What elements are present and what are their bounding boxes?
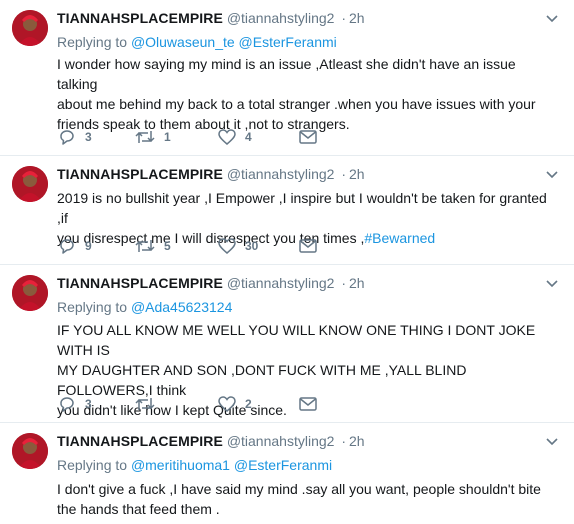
display-name[interactable]: TIANNAHSPLACEMPIRE — [57, 275, 223, 291]
retweet-icon — [135, 240, 155, 252]
timestamp[interactable]: 2h — [349, 275, 365, 291]
tweet[interactable]: TIANNAHSPLACEMPIRE @tiannahstyling2 · 2h … — [0, 423, 574, 524]
separator-dot: · — [341, 10, 346, 26]
user-handle[interactable]: @tiannahstyling2 — [227, 275, 335, 291]
reply-button[interactable]: 3 — [57, 394, 92, 414]
separator-dot: · — [341, 275, 346, 291]
mention-link[interactable]: @EsterFeranmi — [234, 457, 332, 473]
avatar[interactable] — [12, 433, 48, 469]
reply-count: 3 — [85, 397, 92, 411]
mention-link[interactable]: @Ada45623124 — [131, 299, 232, 315]
tweet-actions: 3 2 — [57, 394, 357, 414]
retweet-icon — [135, 398, 155, 410]
envelope-icon — [299, 130, 317, 144]
reply-count: 3 — [85, 130, 92, 144]
hashtag-link[interactable]: #Bewarned — [364, 230, 435, 246]
reply-icon — [60, 130, 74, 145]
tweet-header: TIANNAHSPLACEMPIRE @tiannahstyling2 · 2h — [57, 9, 534, 27]
reply-count: 9 — [85, 239, 92, 253]
direct-message-button[interactable] — [299, 394, 317, 414]
reply-icon — [60, 397, 74, 412]
retweet-button[interactable]: 1 — [134, 127, 171, 147]
timestamp[interactable]: 2h — [349, 166, 365, 182]
tweet-header: TIANNAHSPLACEMPIRE @tiannahstyling2 · 2h — [57, 165, 534, 183]
chevron-down-icon[interactable] — [544, 433, 560, 449]
mention-link[interactable]: @meritihuoma1 — [131, 457, 230, 473]
reply-button[interactable]: 9 — [57, 236, 92, 256]
user-handle[interactable]: @tiannahstyling2 — [227, 166, 335, 182]
tweet-header: TIANNAHSPLACEMPIRE @tiannahstyling2 · 2h — [57, 274, 534, 292]
chevron-down-icon[interactable] — [544, 166, 560, 182]
timestamp[interactable]: 2h — [349, 10, 365, 26]
tweet-header: TIANNAHSPLACEMPIRE @tiannahstyling2 · 2h — [57, 432, 534, 450]
retweet-button[interactable] — [134, 394, 164, 414]
replying-to-label: Replying to — [57, 457, 128, 473]
replying-to-label: Replying to — [57, 299, 128, 315]
heart-icon — [218, 129, 236, 145]
heart-icon — [218, 238, 236, 254]
tweet-text: I don't give a fuck ,I have said my mind… — [57, 481, 541, 517]
display-name[interactable]: TIANNAHSPLACEMPIRE — [57, 433, 223, 449]
user-handle[interactable]: @tiannahstyling2 — [227, 433, 335, 449]
like-count: 2 — [245, 397, 252, 411]
retweet-button[interactable]: 5 — [134, 236, 171, 256]
direct-message-button[interactable] — [299, 236, 317, 256]
retweet-icon — [135, 131, 155, 143]
replying-to: Replying to @meritihuoma1 @EsterFeranmi — [57, 456, 554, 474]
tweet[interactable]: TIANNAHSPLACEMPIRE @tiannahstyling2 · 2h … — [0, 0, 574, 156]
tweet-actions: 3 1 4 — [57, 127, 357, 147]
heart-icon — [218, 396, 236, 412]
like-button[interactable]: 30 — [217, 236, 258, 256]
replying-to: Replying to @Oluwaseun_te @EsterFeranmi — [57, 33, 554, 51]
envelope-icon — [299, 397, 317, 411]
like-count: 4 — [245, 130, 252, 144]
tweet-feed: TIANNAHSPLACEMPIRE @tiannahstyling2 · 2h … — [0, 0, 574, 524]
retweet-count: 5 — [164, 239, 171, 253]
mention-link[interactable]: @Oluwaseun_te — [131, 34, 235, 50]
replying-to: Replying to @Ada45623124 — [57, 298, 554, 316]
direct-message-button[interactable] — [299, 127, 317, 147]
chevron-down-icon[interactable] — [544, 275, 560, 291]
display-name[interactable]: TIANNAHSPLACEMPIRE — [57, 166, 223, 182]
tweet-text: I wonder how saying my mind is an issue … — [57, 56, 536, 132]
avatar[interactable] — [12, 275, 48, 311]
tweet-actions: 9 5 30 — [57, 236, 357, 256]
like-button[interactable]: 2 — [217, 394, 252, 414]
user-handle[interactable]: @tiannahstyling2 — [227, 10, 335, 26]
avatar[interactable] — [12, 166, 48, 202]
reply-icon — [60, 239, 74, 254]
avatar[interactable] — [12, 10, 48, 46]
envelope-icon — [299, 239, 317, 253]
separator-dot: · — [341, 166, 346, 182]
separator-dot: · — [341, 433, 346, 449]
display-name[interactable]: TIANNAHSPLACEMPIRE — [57, 10, 223, 26]
tweet[interactable]: TIANNAHSPLACEMPIRE @tiannahstyling2 · 2h … — [0, 265, 574, 423]
timestamp[interactable]: 2h — [349, 433, 365, 449]
replying-to-label: Replying to — [57, 34, 128, 50]
mention-link[interactable]: @EsterFeranmi — [239, 34, 337, 50]
tweet[interactable]: TIANNAHSPLACEMPIRE @tiannahstyling2 · 2h … — [0, 156, 574, 265]
like-button[interactable]: 4 — [217, 127, 252, 147]
like-count: 30 — [245, 239, 259, 253]
reply-button[interactable]: 3 — [57, 127, 92, 147]
retweet-count: 1 — [164, 130, 171, 144]
chevron-down-icon[interactable] — [544, 10, 560, 26]
